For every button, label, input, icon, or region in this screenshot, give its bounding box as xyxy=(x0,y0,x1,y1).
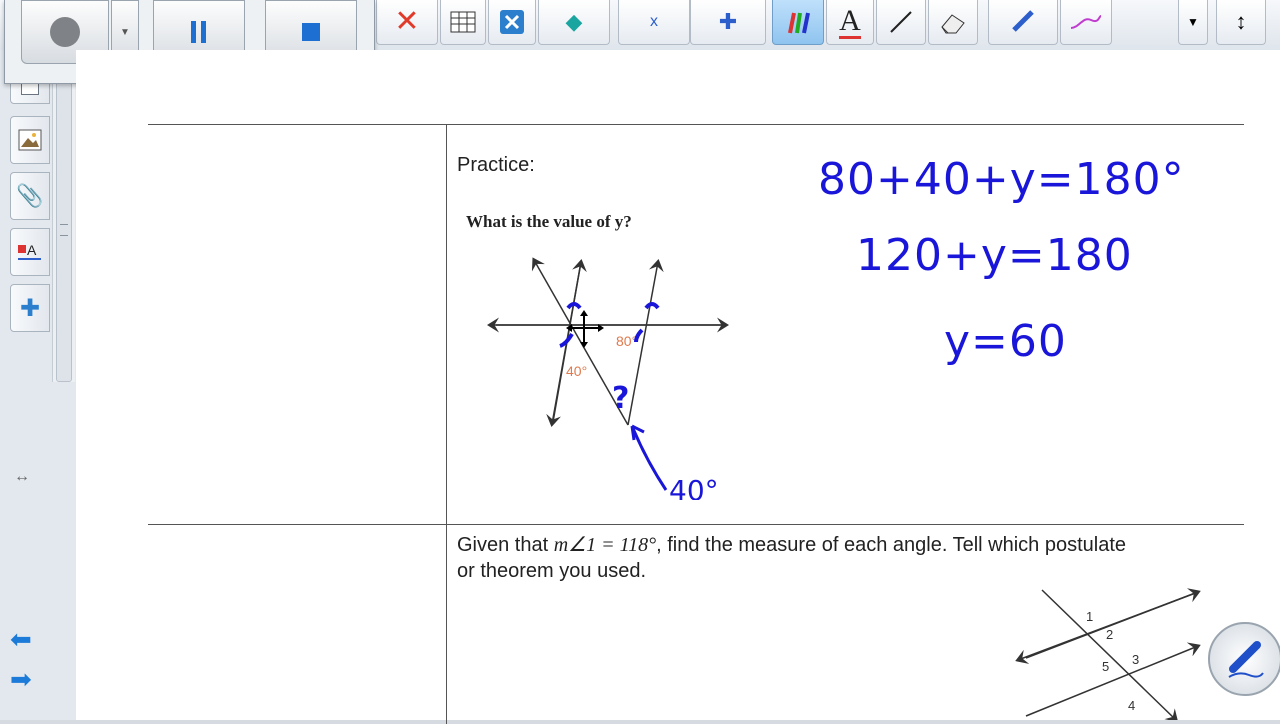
svg-text:A: A xyxy=(27,242,37,258)
gallery-tab[interactable] xyxy=(10,116,50,164)
puzzle-icon: ✚ xyxy=(19,294,41,322)
angle-80-label: 80° xyxy=(616,333,637,349)
gallery-icon xyxy=(18,129,42,151)
line-icon xyxy=(890,11,912,33)
close-box-icon xyxy=(500,10,524,34)
math-shapes-button[interactable]: x xyxy=(618,0,690,45)
creative-pen-button[interactable] xyxy=(988,0,1058,45)
problem2-line1: Given that m∠1 = 118°, find the measure … xyxy=(457,532,1243,557)
sidebar: 📎 A ✚ ↔ ⬅ ➡ xyxy=(0,50,77,720)
ink-arc-right-top xyxy=(644,302,660,310)
chevron-down-icon: ▼ xyxy=(120,26,130,38)
eraser-icon xyxy=(941,14,965,34)
problem2-line2: or theorem you used. xyxy=(457,560,646,582)
angle-diagram: 80° 40° ? 40° xyxy=(487,257,729,500)
practice-heading: Practice: xyxy=(457,154,535,176)
sidebar-tabs: 📎 A ✚ xyxy=(6,50,50,390)
addons-button[interactable]: ✚ xyxy=(690,0,766,45)
parallel-lines-diagram: 1 2 4 5 3 xyxy=(1015,588,1201,720)
angle-label-1: 1 xyxy=(1086,609,1093,624)
text-button[interactable]: A xyxy=(826,0,874,45)
ink-arc-right xyxy=(634,328,644,343)
attachments-tab[interactable]: 📎 xyxy=(10,172,50,220)
chevron-down-icon: ▼ xyxy=(1187,15,1199,29)
text-a-icon: A xyxy=(839,3,861,39)
ink-arc-left xyxy=(559,332,574,348)
practice-question: What is the value of y? xyxy=(466,212,632,231)
properties-icon: A xyxy=(18,242,41,260)
problem2-math: m∠1 = 118° xyxy=(553,534,657,556)
sidebar-scrollbar[interactable] xyxy=(52,52,75,382)
table-icon xyxy=(450,11,476,33)
properties-tab[interactable]: A xyxy=(10,228,50,276)
addons-tab[interactable]: ✚ xyxy=(10,284,50,332)
resize-arrow-icon[interactable]: ↔ xyxy=(14,468,30,486)
delete-button[interactable]: ✕ xyxy=(376,0,438,45)
problem2-prefix: Given that xyxy=(457,534,554,556)
scroll-thumb[interactable] xyxy=(56,62,72,382)
eraser-button[interactable] xyxy=(928,0,978,45)
work-line-1: 80+40+y=180° xyxy=(818,154,1185,205)
fill-bucket-icon: ◆ xyxy=(565,9,583,34)
floating-pen-button[interactable] xyxy=(1208,622,1280,696)
angle-label-4: 4 xyxy=(1128,698,1135,713)
magic-pen-icon xyxy=(1070,15,1102,29)
properties-button[interactable] xyxy=(488,0,536,45)
up-down-arrow-icon: ↕ xyxy=(1235,9,1247,34)
angle-label-2: 2 xyxy=(1106,627,1113,642)
pens-button[interactable] xyxy=(772,0,824,45)
angle-label-3: 3 xyxy=(1132,652,1139,667)
ink-40-label: 40° xyxy=(669,474,719,500)
more-button[interactable]: ▼ xyxy=(1178,0,1208,45)
work-line-2: 120+y=180 xyxy=(856,230,1133,281)
magic-pen-button[interactable] xyxy=(1060,0,1112,45)
table-column-divider xyxy=(446,124,447,724)
pause-icon xyxy=(191,21,206,43)
ink-arc-top xyxy=(566,302,582,310)
pen-icon xyxy=(1012,10,1034,32)
math-x-icon: x xyxy=(650,13,658,30)
insert-table-button[interactable] xyxy=(440,0,486,45)
paperclip-icon: 📎 xyxy=(16,183,44,208)
whiteboard-page[interactable]: Practice: What is the value of y? 80° 40… xyxy=(76,50,1280,724)
puzzle-icon: ✚ xyxy=(718,9,738,34)
table-top-border xyxy=(148,124,1244,125)
problem2-suffix: , find the measure of each angle. Tell w… xyxy=(656,534,1127,556)
angle-40-label: 40° xyxy=(566,363,587,379)
fill-button[interactable]: ◆ xyxy=(538,0,610,45)
work-line-3: y=60 xyxy=(944,316,1067,367)
line-button[interactable] xyxy=(876,0,926,45)
stop-icon xyxy=(302,23,320,41)
previous-page-button[interactable]: ⬅ xyxy=(10,624,32,655)
move-toolbar-button[interactable]: ↕ xyxy=(1216,0,1266,45)
ink-arrow xyxy=(630,424,668,491)
pens-icon xyxy=(788,12,810,34)
record-icon xyxy=(50,17,80,47)
grip-icon xyxy=(60,224,68,236)
table-row-divider xyxy=(148,524,1244,525)
ink-question-mark: ? xyxy=(612,381,629,416)
delete-icon: ✕ xyxy=(394,5,420,38)
pen-icon xyxy=(1228,641,1264,678)
next-page-button[interactable]: ➡ xyxy=(10,664,32,695)
angle-label-5: 5 xyxy=(1102,659,1109,674)
